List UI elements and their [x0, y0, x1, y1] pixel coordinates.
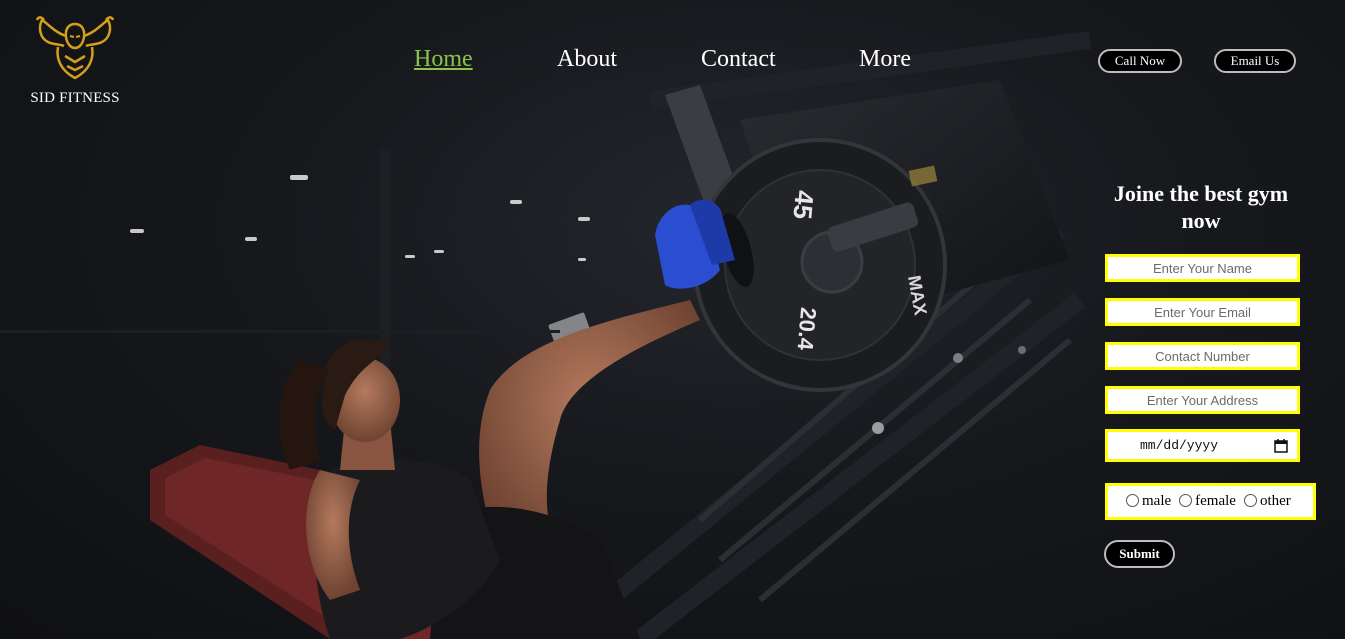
plate-weight-bottom: 20.4: [792, 306, 821, 352]
date-input[interactable]: mm/dd/yyyy: [1105, 429, 1300, 462]
page: 45 20.4 MAX SID FITNESS Home About Conta…: [0, 0, 1345, 639]
call-now-button[interactable]: Call Now: [1098, 49, 1182, 73]
radio-female[interactable]: [1179, 494, 1193, 507]
form-title: Joine the best gym now: [1113, 181, 1289, 233]
radio-female-label: female: [1195, 493, 1236, 509]
radio-male[interactable]: [1126, 494, 1139, 507]
nav-home[interactable]: Home: [414, 46, 473, 73]
radio-male-label: male: [1142, 493, 1172, 509]
address-input[interactable]: [1105, 386, 1300, 414]
nav-more[interactable]: More: [859, 46, 911, 73]
nav-about[interactable]: About: [557, 46, 617, 73]
date-placeholder: mm/dd/yyyy: [1140, 438, 1219, 453]
contact-number-input[interactable]: [1105, 342, 1300, 370]
calendar-icon[interactable]: [1274, 439, 1288, 453]
gender-radio-group: male female other: [1105, 483, 1316, 520]
submit-button[interactable]: Submit: [1104, 540, 1175, 568]
plate-weight-top: 45: [787, 189, 819, 220]
radio-other-label: other: [1259, 493, 1291, 509]
brand-name: SID FITNESS: [30, 90, 120, 106]
email-input[interactable]: [1105, 298, 1300, 326]
radio-other[interactable]: [1243, 494, 1257, 507]
email-us-button[interactable]: Email Us: [1214, 49, 1296, 73]
name-input[interactable]: [1105, 254, 1300, 282]
nav-contact[interactable]: Contact: [701, 46, 776, 73]
